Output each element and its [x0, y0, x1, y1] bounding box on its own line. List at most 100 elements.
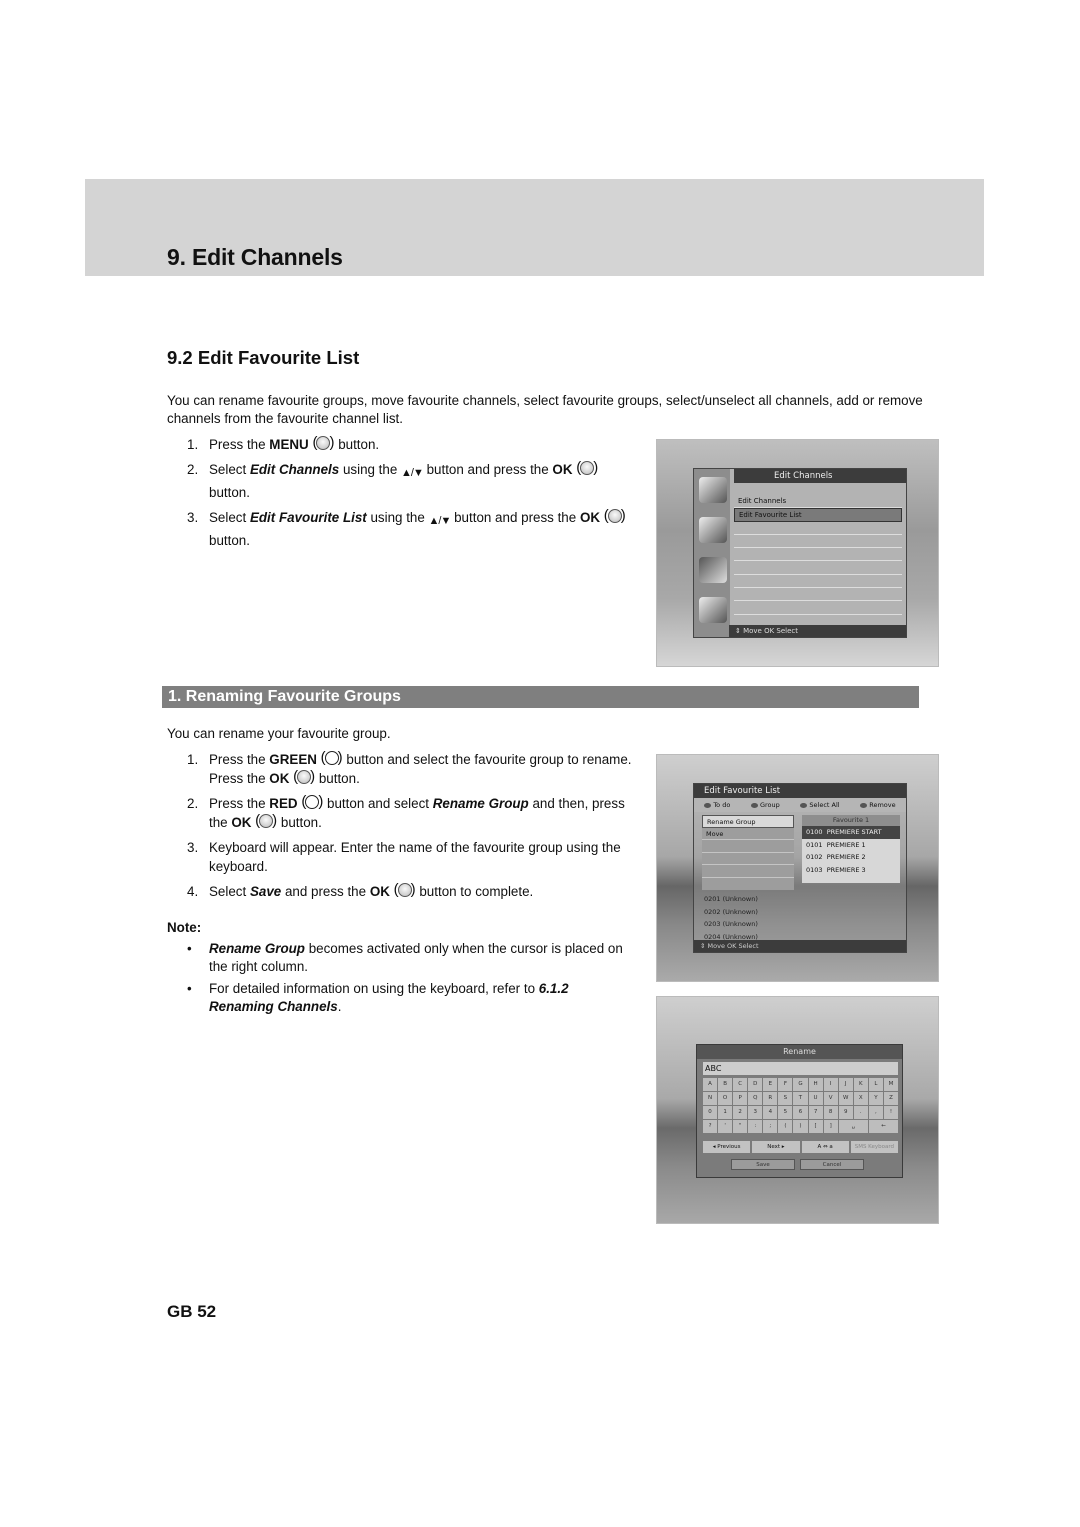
todo-item[interactable] [702, 853, 794, 865]
yellow-key-select-all[interactable]: Select All [800, 798, 839, 812]
case-toggle-button[interactable]: A ⇔ a [801, 1141, 849, 1153]
keyboard-key[interactable]: 9 [838, 1106, 853, 1119]
keyboard-key[interactable]: ? [703, 1120, 718, 1133]
installation-icon [699, 517, 727, 543]
save-button[interactable]: Save [731, 1159, 795, 1170]
keyboard-key[interactable]: X [853, 1092, 868, 1105]
keyboard-key[interactable]: H [808, 1078, 823, 1091]
keyboard-key[interactable]: I [823, 1078, 838, 1091]
channel-row[interactable]: 0103 PREMIERE 3 [802, 864, 900, 877]
keyboard-key[interactable]: B [718, 1078, 733, 1091]
green-button-icon [321, 748, 343, 767]
edit-channels-icon [699, 557, 727, 583]
ok-button-icon [604, 506, 626, 525]
keyboard-key[interactable]: 7 [808, 1106, 823, 1119]
channel-row[interactable]: 0203 (Unknown) [704, 918, 758, 931]
todo-item-rename-group[interactable]: Rename Group [702, 815, 794, 828]
next-button[interactable]: Next ▸ [752, 1141, 800, 1153]
screenshot-edit-favourite-list: Edit Favourite List To do Group Select A… [656, 754, 939, 982]
rename-input[interactable]: ABC [703, 1062, 898, 1075]
note-label: Note: [167, 920, 202, 935]
keyboard-key[interactable]: ( [778, 1120, 793, 1133]
keyboard-key[interactable]: N [703, 1092, 718, 1105]
keyboard-key[interactable]: J [838, 1078, 853, 1091]
keyboard-key[interactable]: 1 [718, 1106, 733, 1119]
keyboard-key[interactable]: 4 [763, 1106, 778, 1119]
blue-key-remove[interactable]: Remove [860, 798, 895, 812]
keyboard-key[interactable]: F [778, 1078, 793, 1091]
keyboard-key[interactable]: Y [868, 1092, 883, 1105]
menu-key-label: MENU [269, 437, 309, 452]
keyboard-key[interactable]: D [748, 1078, 763, 1091]
osd-menu-item[interactable] [734, 601, 902, 615]
keyboard-key[interactable]: C [733, 1078, 748, 1091]
keyboard-key[interactable]: " [733, 1120, 748, 1133]
green-key-group[interactable]: Group [751, 798, 780, 812]
keyboard-key[interactable]: 5 [778, 1106, 793, 1119]
keyboard-key[interactable]: U [808, 1092, 823, 1105]
keyboard-key[interactable]: 6 [793, 1106, 808, 1119]
keyboard-key[interactable]: K [853, 1078, 868, 1091]
keyboard-key[interactable]: , [868, 1106, 883, 1119]
todo-item[interactable] [702, 865, 794, 878]
screenshot-edit-channels-menu: Edit Channels Edit Channels Edit Favouri… [656, 439, 939, 667]
osd-menu-item[interactable] [734, 548, 902, 562]
channel-row-selected[interactable]: 0100 PREMIERE START [802, 826, 900, 839]
keyboard-key[interactable]: Q [748, 1092, 763, 1105]
keyboard-key[interactable]: W [838, 1092, 853, 1105]
channel-row[interactable]: 0102 PREMIERE 2 [802, 851, 900, 864]
keyboard-key[interactable]: G [793, 1078, 808, 1091]
keyboard-key[interactable]: M [883, 1078, 898, 1091]
keyboard-key[interactable]: ! [883, 1106, 898, 1119]
keyboard-key[interactable]: V [823, 1092, 838, 1105]
subsection-steps: 1. Press the GREEN button and select the… [187, 748, 632, 907]
keyboard-key[interactable]: ] [823, 1120, 838, 1133]
note-item: • Rename Group becomes activated only wh… [187, 941, 623, 974]
backspace-key[interactable]: ← [868, 1120, 898, 1133]
previous-button[interactable]: ◂ Previous [703, 1141, 751, 1153]
todo-item[interactable] [702, 840, 794, 853]
osd-menu-item-selected[interactable]: Edit Favourite List [734, 508, 902, 522]
channel-row[interactable]: 0201 (Unknown) [704, 893, 758, 906]
on-screen-keyboard: A B C D E F G H I J K L M N O P Q R S T U V W X Y Z 0 1 2 3 4 5 6 7 8 9.,!?… [703, 1078, 898, 1133]
osd-menu-panel: Edit Channels Edit Channels Edit Favouri… [693, 468, 907, 638]
ok-button-icon [394, 880, 416, 899]
keyboard-key[interactable]: R [763, 1092, 778, 1105]
keyboard-key[interactable]: . [853, 1106, 868, 1119]
red-key-todo[interactable]: To do [704, 798, 730, 812]
note-item: • For detailed information on using the … [187, 981, 569, 1014]
keyboard-options: ◂ Previous Next ▸ A ⇔ a SMS Keyboard [703, 1141, 898, 1153]
keyboard-key[interactable]: 8 [823, 1106, 838, 1119]
channel-row[interactable]: 0202 (Unknown) [704, 906, 758, 919]
keyboard-key[interactable]: E [763, 1078, 778, 1091]
keyboard-key[interactable]: : [748, 1120, 763, 1133]
keyboard-key[interactable]: A [703, 1078, 718, 1091]
keyboard-key[interactable]: 2 [733, 1106, 748, 1119]
keyboard-key[interactable]: ' [718, 1120, 733, 1133]
step-item: 1. Press the GREEN button and select the… [187, 748, 632, 788]
sms-keyboard-button[interactable]: SMS Keyboard [850, 1141, 898, 1153]
osd-menu-item[interactable] [734, 535, 902, 549]
keyboard-key[interactable]: Z [883, 1092, 898, 1105]
channel-row[interactable]: 0101 PREMIERE 1 [802, 839, 900, 852]
space-key[interactable]: ␣ [838, 1120, 868, 1133]
keyboard-key[interactable]: T [793, 1092, 808, 1105]
page-number: GB 52 [167, 1302, 217, 1321]
keyboard-key[interactable]: ; [763, 1120, 778, 1133]
keyboard-key[interactable]: L [868, 1078, 883, 1091]
keyboard-key[interactable]: O [718, 1092, 733, 1105]
keyboard-key[interactable]: P [733, 1092, 748, 1105]
osd-menu-item[interactable] [734, 522, 902, 535]
cancel-button[interactable]: Cancel [800, 1159, 864, 1170]
osd-menu-item[interactable] [734, 561, 902, 575]
osd-menu-item[interactable] [734, 588, 902, 602]
keyboard-key[interactable]: ) [793, 1120, 808, 1133]
keyboard-key[interactable]: 0 [703, 1106, 718, 1119]
osd-menu-item[interactable]: Edit Channels [734, 495, 902, 509]
osd-menu-list: Edit Channels Edit Favourite List [734, 495, 902, 615]
osd-menu-item[interactable] [734, 575, 902, 589]
todo-item-move[interactable]: Move [702, 828, 794, 840]
keyboard-key[interactable]: 3 [748, 1106, 763, 1119]
keyboard-key[interactable]: [ [808, 1120, 823, 1133]
keyboard-key[interactable]: S [778, 1092, 793, 1105]
